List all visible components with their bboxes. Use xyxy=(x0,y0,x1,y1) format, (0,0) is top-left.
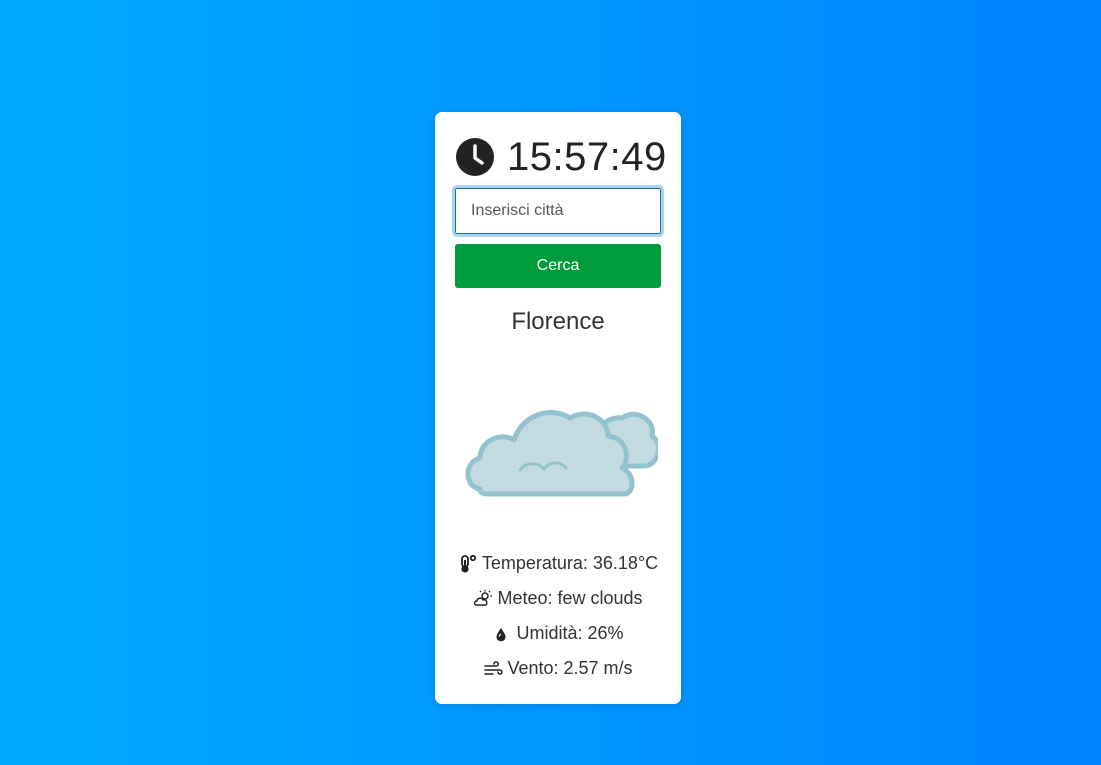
city-search-input[interactable] xyxy=(452,185,664,237)
clock-time: 15:57:49 xyxy=(507,135,667,179)
city-name: Florence xyxy=(511,308,605,335)
weather-condition-text: Meteo: few clouds xyxy=(497,588,643,608)
clock-icon xyxy=(456,138,494,176)
weather-condition-row: Meteo: few clouds xyxy=(435,581,681,616)
weather-card: 15:57:49 Cerca Florence Temperatura: 36.… xyxy=(435,112,681,704)
weather-details: Temperatura: 36.18°C Meteo: few clouds U… xyxy=(435,546,681,686)
humidity-row: Umidità: 26% xyxy=(435,616,681,651)
droplet-icon xyxy=(496,627,506,641)
partly-cloudy-icon xyxy=(474,589,493,606)
thermometer-icon xyxy=(460,554,476,573)
few-clouds-icon xyxy=(465,410,658,497)
humidity-text: Umidità: 26% xyxy=(516,623,624,643)
temperature-row: Temperatura: 36.18°C xyxy=(435,546,681,581)
search-button[interactable]: Cerca xyxy=(455,244,661,288)
clock: 15:57:49 xyxy=(455,134,667,180)
wind-row: Vento: 2.57 m/s xyxy=(435,651,681,686)
wind-icon xyxy=(484,660,504,675)
wind-text: Vento: 2.57 m/s xyxy=(507,658,633,678)
temperature-text: Temperatura: 36.18°C xyxy=(481,553,659,573)
